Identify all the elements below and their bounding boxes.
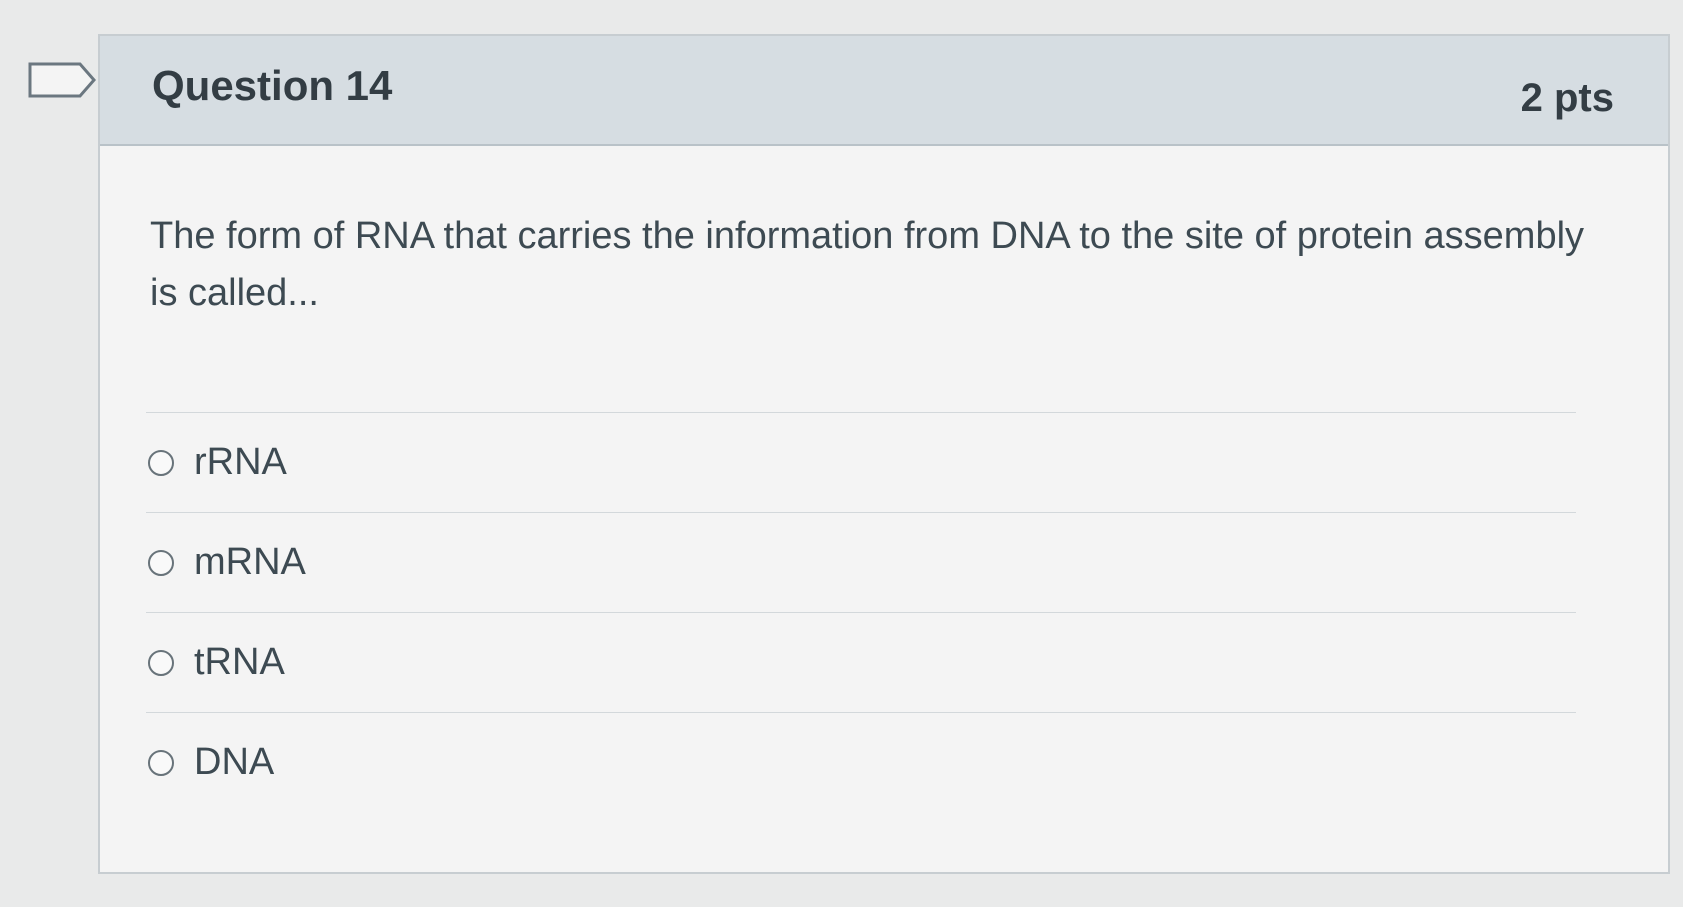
question-title: Question 14 [152,62,393,109]
answer-label: tRNA [194,641,285,683]
answer-label: mRNA [194,541,306,583]
question-card: Question 14 2 pts The form of RNA that c… [98,34,1670,874]
question-header: Question 14 2 pts [100,36,1668,146]
radio-button[interactable] [148,649,174,676]
answer-option-rrna[interactable]: rRNA [146,412,1576,512]
question-points: 2 pts [1520,76,1614,120]
answer-option-dna[interactable]: DNA [146,712,1576,812]
answer-list: rRNA mRNA tRNA DNA [146,412,1576,812]
radio-button[interactable] [148,549,174,576]
question-text: The form of RNA that carries the informa… [150,215,1585,314]
radio-button[interactable] [148,749,174,776]
answer-label: DNA [194,741,275,783]
flag-question-icon[interactable] [28,62,98,98]
radio-button[interactable] [148,449,174,476]
answer-option-mrna[interactable]: mRNA [146,512,1576,612]
answer-option-trna[interactable]: tRNA [146,612,1576,712]
answer-label: rRNA [194,441,287,483]
